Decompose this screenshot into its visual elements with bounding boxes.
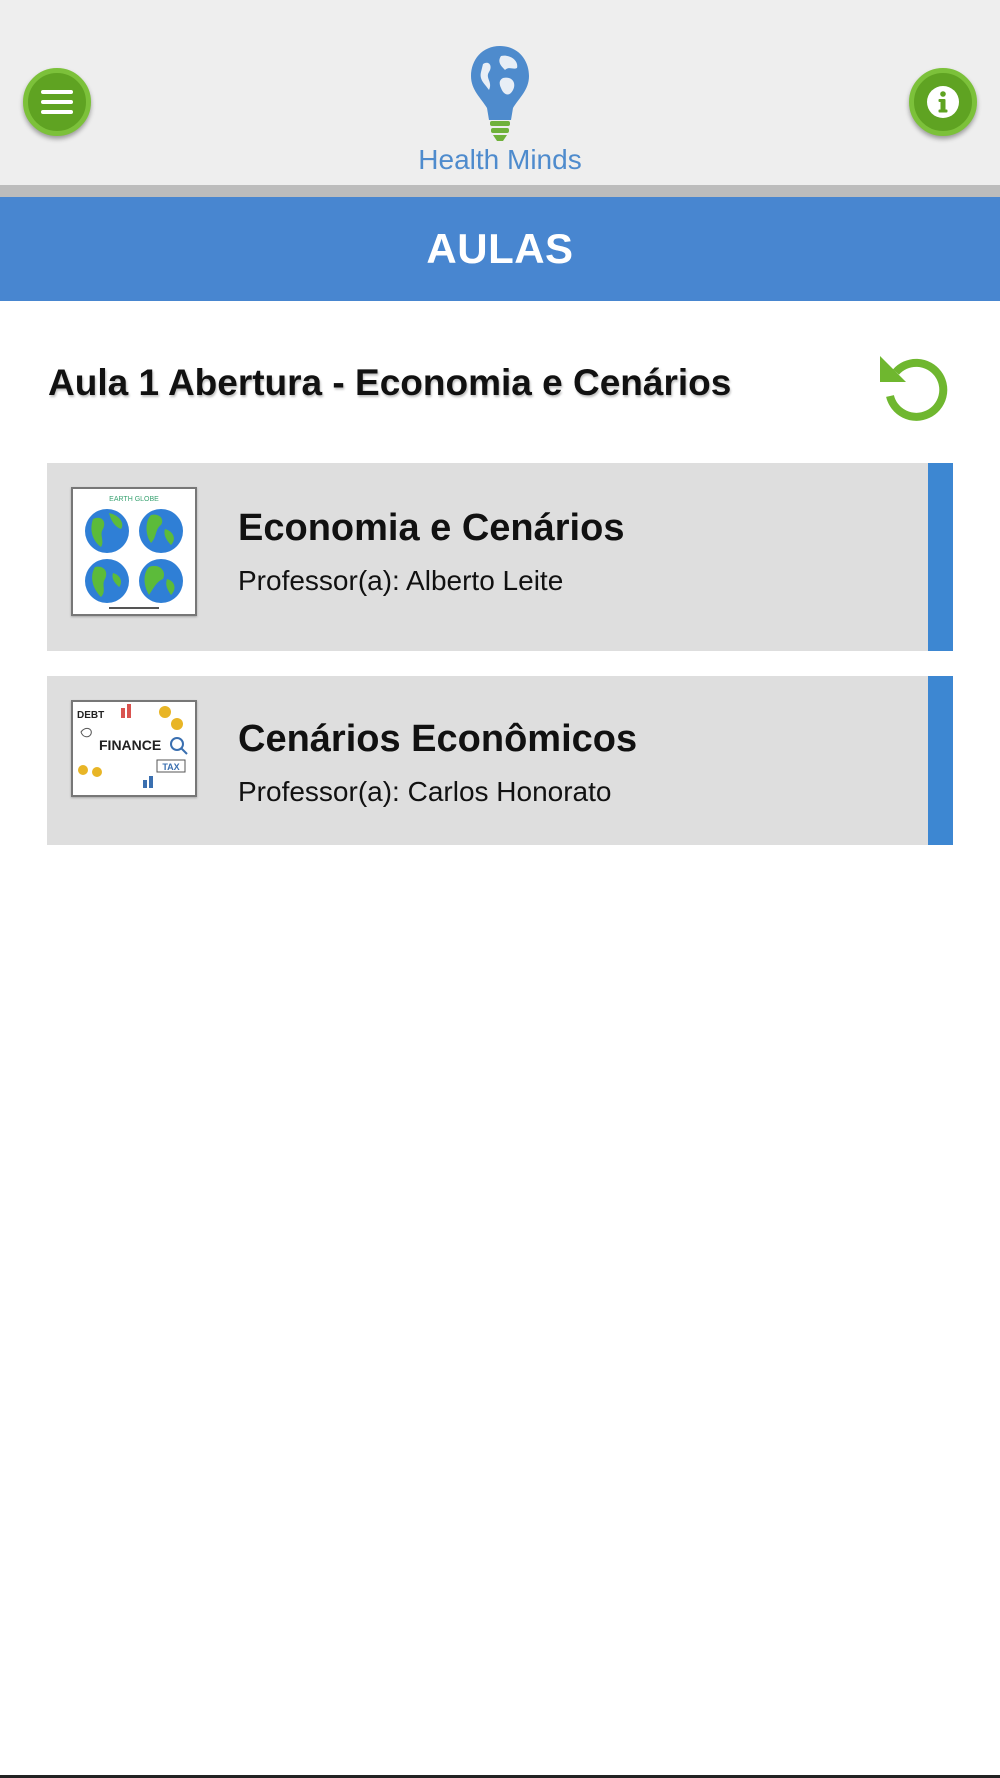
finance-doodles-thumbnail: DEBT FINANCE TAX	[71, 700, 197, 797]
logo-text: Health Minds	[418, 144, 582, 175]
class-professor: Professor(a): Carlos Honorato	[238, 776, 612, 807]
class-card[interactable]: EARTH GLOBE Economia e Cenários Professo…	[47, 463, 953, 651]
class-card[interactable]: DEBT FINANCE TAX Cenários Econômicos Pro…	[47, 676, 953, 845]
refresh-icon	[880, 356, 948, 421]
globe-lightbulb-icon	[471, 46, 529, 141]
page-title-bar: AULAS	[0, 197, 1000, 301]
card-accent-bar	[928, 463, 953, 651]
class-title: Economia e Cenários	[238, 507, 625, 549]
earth-globes-thumbnail: EARTH GLOBE	[71, 487, 197, 616]
info-icon	[927, 86, 959, 118]
lesson-heading: Aula 1 Abertura - Economia e Cenários	[48, 362, 732, 403]
class-title: Cenários Econômicos	[238, 718, 638, 760]
hamburger-menu-icon	[41, 90, 73, 114]
page-title: AULAS	[426, 225, 574, 272]
svg-text:TAX: TAX	[162, 762, 179, 772]
top-app-bar: Health Minds	[0, 0, 1000, 185]
class-professor: Professor(a): Alberto Leite	[238, 565, 564, 596]
info-button[interactable]	[909, 68, 977, 136]
svg-text:FINANCE: FINANCE	[99, 737, 161, 753]
card-accent-bar	[928, 676, 953, 845]
svg-text:DEBT: DEBT	[77, 710, 104, 721]
app-logo: Health Minds	[400, 44, 600, 179]
refresh-button[interactable]	[876, 346, 952, 426]
menu-button[interactable]	[23, 68, 91, 136]
header-divider	[0, 185, 1000, 197]
svg-text:EARTH GLOBE: EARTH GLOBE	[109, 496, 159, 503]
